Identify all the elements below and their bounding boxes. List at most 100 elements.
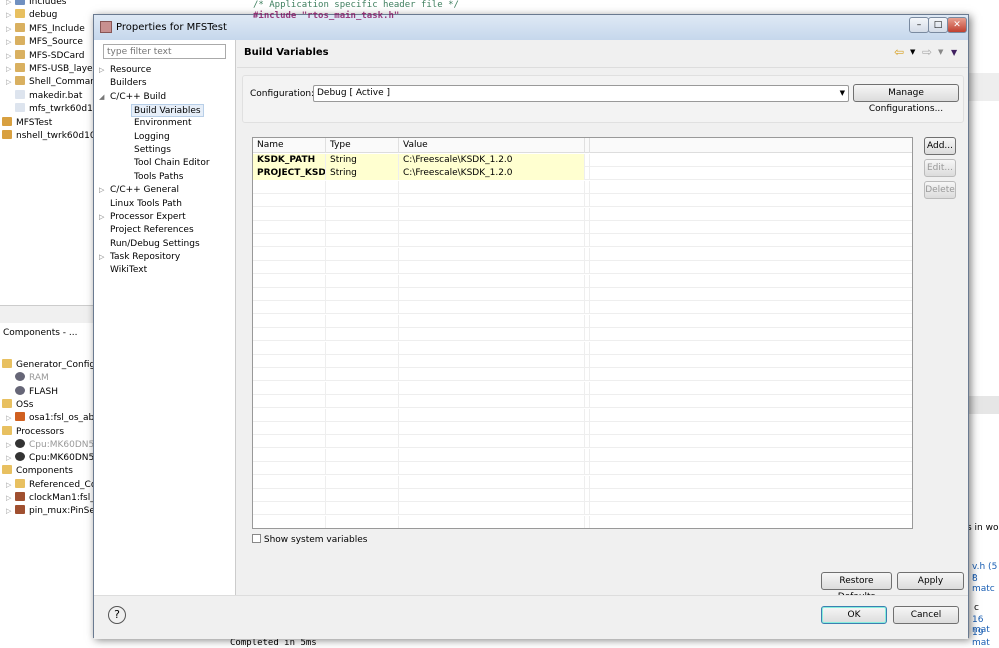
cell-name — [253, 194, 326, 208]
project-tree-item[interactable]: ▷ MFS-USB_layer — [6, 63, 96, 76]
expand-icon[interactable]: ▷ — [6, 76, 15, 89]
view-menu-icon[interactable]: ▼ — [951, 48, 957, 57]
nav-item[interactable]: WikiText — [110, 264, 147, 277]
cell-value — [399, 288, 585, 301]
collapsed-icon[interactable]: ▷ — [99, 64, 104, 77]
cell-filler — [585, 502, 590, 516]
project-tree-item[interactable]: ▷ debug — [6, 9, 57, 22]
cell-name — [253, 368, 326, 382]
project-tree-item[interactable]: MFSTest — [2, 116, 52, 130]
component-tree-item[interactable]: ▷ osa1:fsl_os_abst — [6, 412, 102, 425]
manage-configurations-button[interactable]: Manage Configurations... — [853, 84, 959, 114]
back-dropdown-icon[interactable]: ▼ — [910, 48, 915, 56]
ok-button[interactable]: OK — [821, 606, 887, 624]
nav-item[interactable]: Environment — [134, 117, 191, 130]
nav-item[interactable]: Build Variables — [131, 104, 204, 118]
cell-filler — [585, 167, 590, 181]
component-tree-item[interactable]: ▷ Cpu:MK60DN51 — [6, 438, 100, 452]
nav-item[interactable]: ▷ Task Repository — [99, 251, 180, 264]
cell-value — [399, 408, 585, 422]
component-tree-item[interactable]: OSs — [2, 398, 34, 412]
table-row[interactable]: KSDK_PATH String C:\Freescale\KSDK_1.2.0 — [253, 154, 912, 167]
forward-arrow-icon[interactable]: ⇨ — [922, 45, 932, 59]
expanded-icon[interactable]: ◢ — [99, 91, 104, 104]
project-tree-item[interactable]: makedir.bat — [6, 89, 82, 103]
restore-defaults-button[interactable]: Restore Defaults — [821, 572, 892, 602]
nav-item[interactable]: ▷ Resource — [99, 64, 151, 77]
add-button[interactable]: Add... — [924, 137, 956, 155]
minimize-button[interactable]: – — [909, 17, 929, 33]
nav-item[interactable]: Builders — [110, 77, 147, 90]
component-tree-item[interactable]: ▷ Cpu:MK60DN51 — [6, 452, 100, 465]
edit-button[interactable]: Edit... — [924, 159, 956, 177]
expand-icon[interactable]: ▷ — [6, 63, 15, 76]
expand-icon[interactable]: ▷ — [6, 0, 15, 9]
expand-icon[interactable]: ▷ — [6, 479, 15, 492]
expand-icon[interactable]: ▷ — [6, 9, 15, 22]
component-tree-item[interactable]: ▷ pin_mux:PinSet — [6, 505, 98, 518]
column-header[interactable]: Name — [253, 138, 326, 153]
cell-value — [399, 207, 585, 221]
nav-item[interactable]: ▷ C/C++ General — [99, 184, 179, 197]
configuration-select[interactable]: Debug [ Active ] ▼ — [313, 85, 849, 102]
delete-button[interactable]: Delete — [924, 181, 956, 199]
component-tree-item[interactable]: Components — [2, 465, 73, 478]
component-tree-item[interactable]: RAM — [6, 372, 49, 385]
maximize-button[interactable]: □ — [928, 17, 948, 33]
cell-filler — [585, 180, 590, 194]
table-row[interactable]: PROJECT_KSD...StringC:\Freescale\KSDK_1.… — [253, 167, 912, 181]
component-tree-item[interactable]: ▷ Referenced_Cor — [6, 478, 100, 492]
nav-item[interactable]: Logging — [134, 131, 170, 144]
nav-item[interactable]: Settings — [134, 144, 171, 157]
nav-item[interactable]: Run/Debug Settings — [110, 238, 200, 251]
forward-dropdown-icon[interactable]: ▼ — [938, 48, 943, 56]
empty-row — [253, 448, 912, 462]
filter-input[interactable] — [103, 44, 226, 59]
project-tree-item[interactable]: ▷ Includes — [6, 0, 66, 9]
column-header[interactable]: Value — [399, 138, 585, 153]
cell-name — [253, 448, 326, 462]
cancel-button[interactable]: Cancel — [893, 606, 959, 624]
file-icon — [15, 103, 25, 113]
apply-button[interactable]: Apply — [897, 572, 964, 590]
expand-icon[interactable]: ▷ — [6, 23, 15, 36]
component-tree-item[interactable]: Processors — [2, 425, 64, 439]
project-tree-item[interactable]: ▷ Shell_Command — [6, 76, 102, 89]
collapsed-icon[interactable]: ▷ — [99, 184, 104, 197]
expand-icon[interactable]: ▷ — [6, 412, 15, 425]
component-tree-item[interactable]: ▷ clockMan1:fsl_c — [6, 492, 100, 505]
project-tree-item[interactable]: ▷ MFS-SDCard — [6, 49, 84, 63]
project-tree-item[interactable]: ▷ MFS_Source — [6, 36, 83, 49]
nav-item[interactable]: ◢ C/C++ Build — [99, 91, 166, 104]
expand-icon[interactable]: ▷ — [6, 505, 15, 518]
expand-icon[interactable]: ▷ — [6, 36, 15, 49]
project-tree-item[interactable]: ▷ MFS_Include — [6, 22, 85, 36]
nav-item[interactable]: Tools Paths — [134, 171, 184, 184]
expand-icon[interactable]: ▷ — [6, 50, 15, 63]
cell-type — [326, 180, 399, 194]
show-system-checkbox[interactable] — [252, 534, 261, 543]
component-tree-item[interactable]: FLASH — [6, 385, 58, 399]
cell-filler — [585, 368, 590, 382]
components-tab[interactable]: Components - ... — [0, 323, 93, 343]
empty-row — [253, 408, 912, 422]
expand-icon[interactable]: ▷ — [6, 452, 15, 465]
back-arrow-icon[interactable]: ⇦ — [894, 45, 904, 59]
nav-item[interactable]: Project References — [110, 224, 194, 237]
nav-item[interactable]: ▷ Processor Expert — [99, 211, 186, 224]
help-button[interactable]: ? — [108, 606, 126, 624]
project-tree-item[interactable]: mfs_twrk60d100 — [6, 103, 104, 116]
column-header[interactable]: Type — [326, 138, 399, 153]
expand-icon[interactable]: ▷ — [6, 492, 15, 505]
nav-item[interactable]: Tool Chain Editor — [134, 157, 210, 170]
close-button[interactable]: ✕ — [947, 17, 967, 33]
cell-name: PROJECT_KSD... — [253, 167, 326, 181]
collapsed-icon[interactable]: ▷ — [99, 211, 104, 224]
configuration-label: Configuration: — [250, 89, 315, 99]
nav-item[interactable]: Linux Tools Path — [110, 198, 182, 211]
component-tree-item[interactable]: Generator_Configu — [2, 359, 101, 372]
collapsed-icon[interactable]: ▷ — [99, 251, 104, 264]
editor-area: /* Application specific header file */ — [93, 0, 999, 14]
expand-icon[interactable]: ▷ — [6, 439, 15, 452]
show-system-variables[interactable]: Show system variables — [252, 534, 367, 545]
